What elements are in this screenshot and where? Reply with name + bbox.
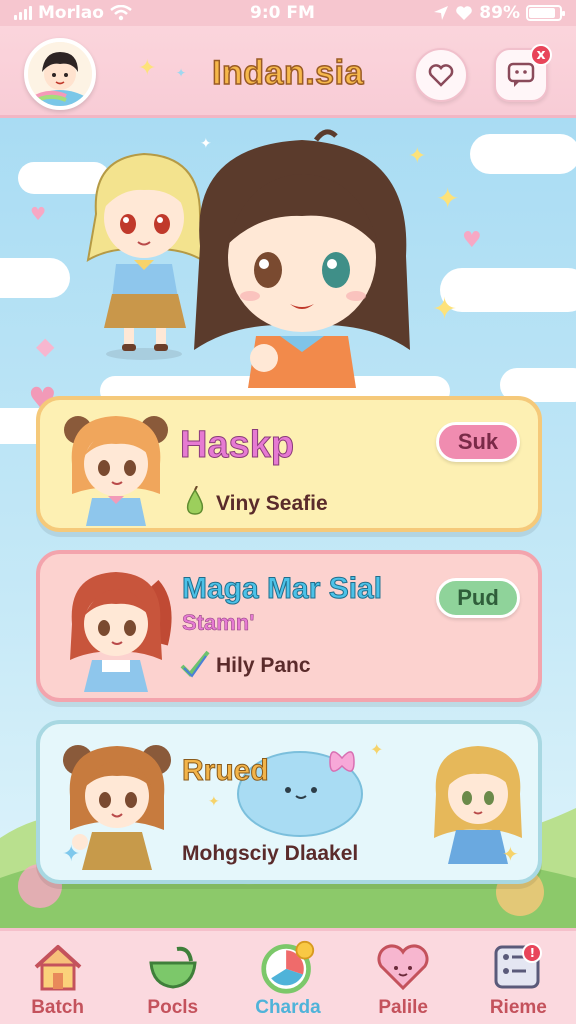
- nav-item-charda[interactable]: Charda: [238, 931, 338, 1024]
- battery-percent: 89%: [479, 3, 520, 23]
- character-brunette-girl: [194, 129, 410, 388]
- sparkle-icon: ✦: [432, 292, 458, 327]
- gem-deco-icon: ◆: [36, 332, 55, 360]
- character-avatar: [70, 572, 172, 692]
- chart-circle-icon: [260, 940, 316, 994]
- heart-icon: [456, 6, 473, 20]
- battery-icon: [526, 5, 565, 21]
- nav-label: Pocls: [147, 997, 199, 1018]
- heart-chat-button[interactable]: [414, 48, 468, 102]
- cloud: [470, 134, 576, 174]
- blob-mascot: [237, 751, 363, 837]
- clock: 9:0 FM: [250, 3, 315, 23]
- message-button[interactable]: x: [494, 44, 552, 102]
- status-pill[interactable]: Suk: [436, 422, 520, 462]
- nav-label: Batch: [31, 997, 84, 1018]
- cloud: [0, 258, 70, 298]
- home-icon: [30, 941, 86, 993]
- sparkle-icon: ✦: [208, 794, 220, 810]
- sparkle-icon: ✦: [502, 842, 519, 866]
- carrier-label: Morlao: [38, 3, 104, 23]
- nav-item-pocls[interactable]: Pocls: [123, 931, 223, 1024]
- card-subtitle: Stamn': [182, 610, 255, 636]
- card-line: Viny Seafie: [216, 492, 328, 515]
- message-icon: [507, 62, 535, 87]
- nav-item-rieme[interactable]: ! Rieme: [468, 931, 568, 1024]
- app-header: ✦ ✦ Indan.sia x: [0, 26, 576, 118]
- heart-face-icon: [375, 941, 431, 993]
- list-card[interactable]: Haskp Viny Seafie Suk: [36, 396, 542, 532]
- nav-item-batch[interactable]: Batch: [8, 931, 108, 1024]
- heart-deco-icon: ♥: [462, 228, 482, 253]
- app-title: Indan.sia: [211, 53, 364, 93]
- card-title: Maga Mar Sial: [181, 572, 383, 606]
- sparkle-icon: ✦: [436, 182, 460, 215]
- sparkle-icon: ✦: [62, 842, 81, 867]
- character-avatar: [64, 416, 168, 526]
- card-title: Rrued: [182, 754, 270, 788]
- heart-chat-icon: [428, 64, 454, 87]
- avatar[interactable]: [24, 38, 96, 110]
- pear-icon: [186, 486, 204, 515]
- bottom-nav: Batch Pocls Charda Palile ! Rieme: [0, 928, 576, 1024]
- list-card[interactable]: Rrued Mohgsciy Dlaakel ✦ ✦ ✦ ✦: [36, 720, 542, 884]
- card-line: Mohgsciy Dlaakel: [182, 842, 359, 865]
- location-icon: [434, 6, 449, 20]
- card-title: Haskp: [179, 424, 295, 467]
- list-card[interactable]: Maga Mar Sial Stamn' Hily Panc Pud: [36, 550, 542, 702]
- check-icon: [180, 650, 210, 678]
- status-pill[interactable]: Pud: [436, 578, 520, 618]
- bowl-icon: [145, 941, 201, 993]
- cloud: [440, 268, 576, 312]
- nav-label: Rieme: [489, 997, 547, 1018]
- wifi-icon: [110, 5, 132, 21]
- signal-icon: [14, 6, 32, 20]
- settings-board-icon: !: [490, 941, 546, 993]
- nav-label: Palile: [378, 997, 428, 1018]
- nav-item-palile[interactable]: Palile: [353, 931, 453, 1024]
- notification-badge: x: [530, 44, 552, 66]
- status-bar: Morlao 9:0 FM 89%: [0, 0, 576, 26]
- heart-deco-icon: ♥: [30, 204, 47, 225]
- sparkle-icon: ✦: [370, 740, 384, 759]
- card-line: Hily Panc: [216, 654, 311, 677]
- nav-label: Charda: [255, 997, 321, 1018]
